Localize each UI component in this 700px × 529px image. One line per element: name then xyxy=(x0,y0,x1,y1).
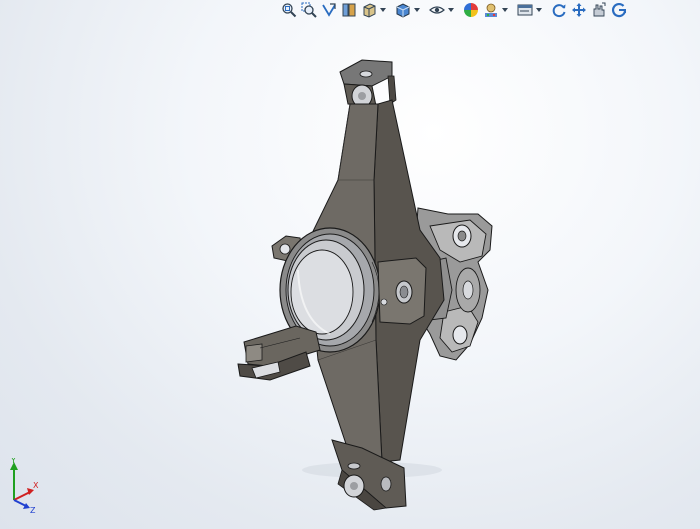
z-axis-line xyxy=(13,499,27,507)
upper-ball-joint-bracket[interactable] xyxy=(339,59,397,108)
reference-triad: Y X Z xyxy=(10,458,39,514)
x-axis-line xyxy=(13,491,31,501)
steering-boss[interactable] xyxy=(377,257,427,325)
graphics-viewport[interactable] xyxy=(0,0,700,529)
upright-knuckle-model[interactable] xyxy=(0,0,700,529)
mount-hole xyxy=(279,243,291,255)
z-axis-label: Z xyxy=(30,506,36,514)
tie-rod-arm[interactable] xyxy=(237,325,321,381)
x-axis-label: X xyxy=(33,481,39,490)
y-axis-label: Y xyxy=(10,458,16,465)
